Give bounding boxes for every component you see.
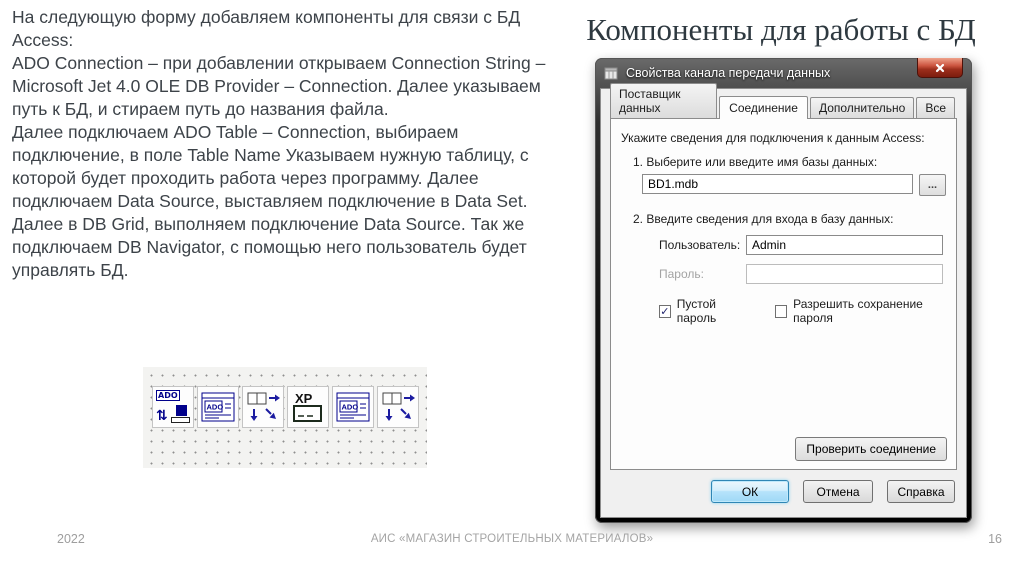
help-button[interactable]: Справка: [887, 480, 955, 503]
xp-window-icon: XP: [293, 391, 322, 422]
xp-manifest-icon[interactable]: XP: [287, 386, 329, 428]
save-password-checkbox[interactable]: [775, 304, 788, 318]
cancel-button[interactable]: Отмена: [803, 480, 873, 503]
dialog-icon: [604, 67, 618, 79]
check-icon: ✓: [660, 304, 670, 318]
plug-base: [171, 417, 190, 423]
paragraph: Далее подключаем ADO Table – Connection,…: [12, 122, 529, 280]
data-link-properties-dialog: Свойства канала передачи данных Поставщи…: [595, 58, 972, 523]
password-row: Пароль:: [659, 264, 946, 284]
footer-page-number: 16: [988, 532, 1002, 546]
component-toolbar: ADO ⇅ ADO XP ADO: [152, 386, 419, 428]
blank-password-checkbox[interactable]: ✓: [659, 304, 671, 318]
datasource-arrows-icon: [247, 392, 280, 421]
database-name-row: ...: [642, 174, 946, 196]
checkbox-row: ✓ Пустой пароль Разрешить сохранение пар…: [659, 297, 946, 325]
ok-button[interactable]: ОК: [711, 480, 789, 503]
table-window-icon: ADO: [201, 392, 235, 422]
browse-button[interactable]: ...: [919, 174, 946, 196]
table-window-icon: ADO: [336, 392, 370, 422]
blank-password-label: Пустой пароль: [676, 297, 717, 325]
ado-table-icon[interactable]: ADO: [197, 386, 239, 428]
username-label: Пользователь:: [659, 238, 741, 252]
step2-label: 2. Введите сведения для входа в базу дан…: [633, 212, 894, 226]
paragraph: На следующую форму добавляем компоненты …: [12, 7, 521, 50]
datasource-arrows-icon: [382, 392, 415, 421]
svg-text:ADO: ADO: [342, 403, 359, 412]
tab-provider[interactable]: Поставщик данных: [610, 83, 718, 118]
footer-title: АИС «МАГАЗИН СТРОИТЕЛЬНЫХ МАТЕРИАЛОВ»: [370, 533, 654, 545]
dialog-title: Свойства канала передачи данных: [626, 66, 831, 80]
ado-connection-icon[interactable]: ADO ⇅: [152, 386, 194, 428]
ado-table-icon[interactable]: ADO: [332, 386, 374, 428]
test-connection-button[interactable]: Проверить соединение: [795, 437, 947, 461]
save-password-label: Разрешить сохранение пароля: [793, 297, 923, 325]
page-heading: Укажите сведения для подключения к данны…: [621, 131, 925, 145]
paragraph: ADO Connection – при добавлении открывае…: [12, 53, 546, 119]
plug-icon: [176, 405, 187, 416]
data-source-icon[interactable]: [242, 386, 284, 428]
svg-text:ADO: ADO: [207, 403, 224, 412]
password-label: Пароль:: [659, 267, 704, 281]
close-icon: [935, 63, 945, 72]
updown-arrows-icon: ⇅: [156, 408, 168, 424]
body-text: На следующую форму добавляем компоненты …: [12, 6, 546, 282]
form-designer-grid: ADO ⇅ ADO XP ADO: [143, 367, 427, 468]
svg-text:XP: XP: [295, 391, 313, 406]
tab-connection[interactable]: Соединение: [719, 96, 808, 119]
connection-tab-page: Укажите сведения для подключения к данны…: [610, 118, 957, 470]
tab-all[interactable]: Все: [916, 97, 955, 118]
page-title: Компоненты для работы с БД: [586, 12, 976, 47]
data-source-icon[interactable]: [377, 386, 419, 428]
username-input[interactable]: [746, 235, 943, 255]
tab-advanced[interactable]: Дополнительно: [809, 97, 915, 118]
step1-label: 1. Выберите или введите имя базы данных:: [633, 155, 878, 169]
tab-bar: Поставщик данных Соединение Дополнительн…: [610, 83, 957, 119]
password-input: [746, 264, 943, 284]
close-button[interactable]: [917, 58, 963, 78]
dialog-body: Поставщик данных Соединение Дополнительн…: [600, 83, 967, 518]
dialog-button-row: ОК Отмена Справка: [610, 480, 957, 503]
database-name-input[interactable]: [642, 174, 913, 194]
ado-label: ADO: [156, 390, 180, 401]
username-row: Пользователь:: [659, 235, 946, 255]
